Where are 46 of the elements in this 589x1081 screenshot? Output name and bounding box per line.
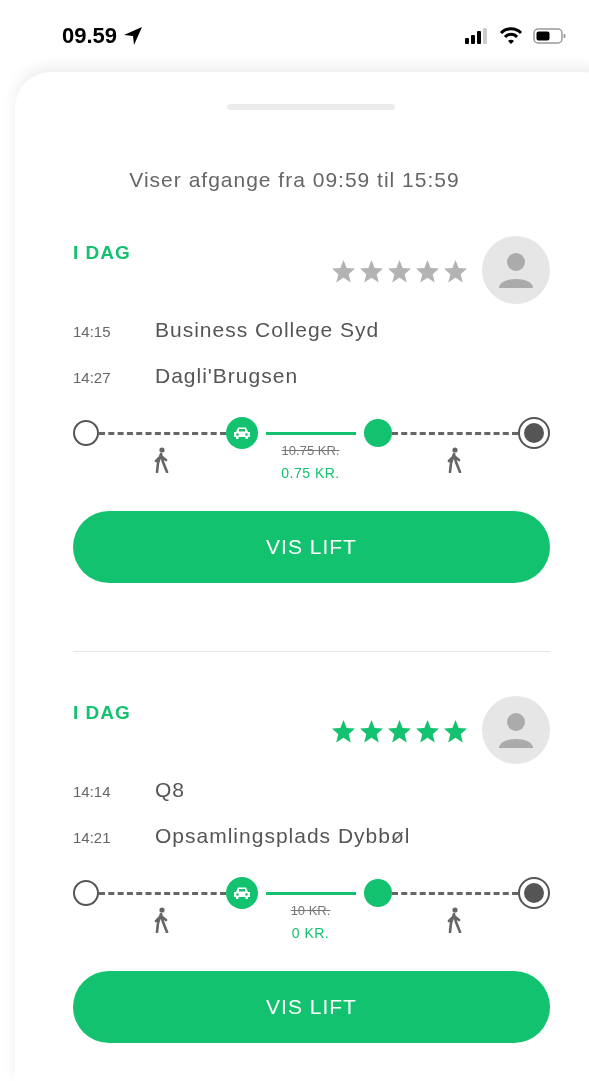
walking-person-icon [446, 907, 463, 933]
star-icon [359, 719, 384, 743]
show-ride-button[interactable]: VIS LIFT [73, 511, 550, 583]
walking-person-icon [154, 447, 171, 473]
star-icon [415, 259, 440, 283]
price: 0.75 KR. [281, 465, 340, 481]
wifi-icon [499, 27, 523, 45]
star-icon [331, 719, 356, 743]
day-label: I DAG [73, 702, 131, 724]
stop-time: 14:21 [73, 829, 112, 846]
original-price: 10 KR. [290, 903, 331, 918]
star-icon [387, 719, 412, 743]
star-icon [443, 259, 468, 283]
original-price: 10.75 KR. [281, 443, 340, 458]
dropoff-marker [363, 879, 392, 907]
car-icon [232, 886, 251, 900]
status-time: 09.59 [62, 23, 118, 49]
show-ride-button[interactable]: VIS LIFT [73, 971, 550, 1043]
stop-time: 14:15 [73, 323, 112, 340]
stop-time: 14:27 [73, 369, 112, 386]
person-silhouette-icon [496, 710, 536, 750]
car-icon [232, 426, 251, 440]
departures-range-text: Viser afgange fra 09:59 til 15:59 [128, 168, 461, 192]
battery-icon [533, 28, 567, 44]
day-label: I DAG [73, 242, 131, 264]
person-silhouette-icon [496, 250, 536, 290]
stop-name: Business College Syd [155, 318, 380, 342]
star-icon [415, 719, 440, 743]
stop-time: 14:14 [73, 783, 112, 800]
dropoff-marker [363, 419, 392, 447]
star-icon [443, 719, 468, 743]
walking-person-icon [446, 447, 463, 473]
price: 0 KR. [291, 925, 330, 941]
stop-name: Opsamlingsplads Dybbøl [155, 824, 411, 848]
route-end-marker [518, 877, 550, 909]
star-icon [331, 259, 356, 283]
signal-icon [465, 28, 489, 44]
route-start-marker [73, 420, 99, 446]
route-end-marker [518, 417, 550, 449]
stop-name: Q8 [155, 778, 185, 802]
location-arrow-icon [123, 26, 144, 46]
stop-name: Dagli'Brugsen [155, 364, 299, 388]
star-icon [359, 259, 384, 283]
star-icon [387, 259, 412, 283]
walking-person-icon [154, 907, 171, 933]
route-start-marker [73, 880, 99, 906]
